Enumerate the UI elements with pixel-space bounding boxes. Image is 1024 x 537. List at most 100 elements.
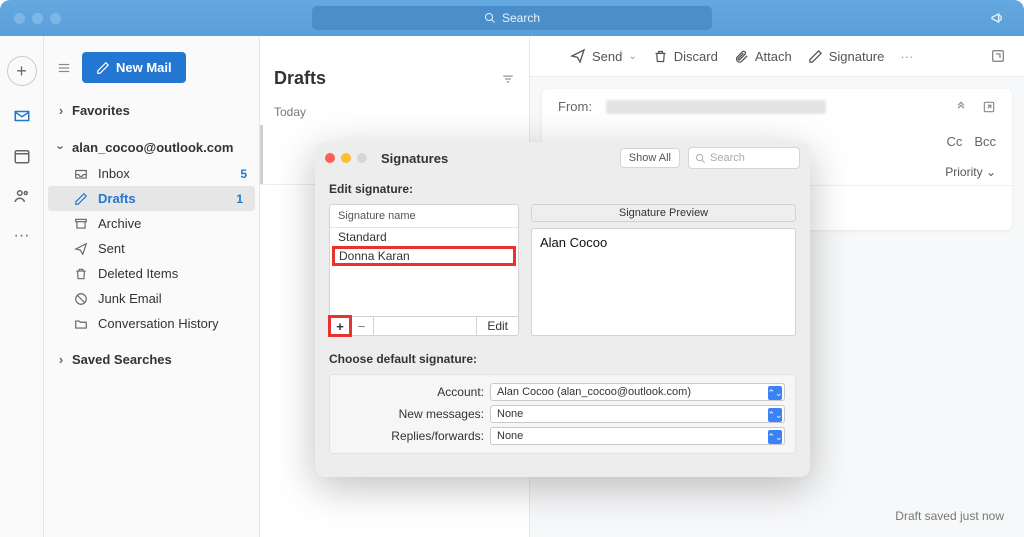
favorites-header[interactable]: › Favorites <box>44 97 259 124</box>
signatures-titlebar: Signatures Show All Search <box>315 142 810 174</box>
folder-deleted[interactable]: Deleted Items <box>44 261 259 286</box>
signature-name-input[interactable]: Donna Karan <box>332 246 516 266</box>
saved-searches-header[interactable]: › Saved Searches <box>44 346 259 373</box>
folder-label: Archive <box>98 216 141 231</box>
filter-icon[interactable] <box>501 72 515 86</box>
zoom-window[interactable] <box>50 13 61 24</box>
from-label: From: <box>558 99 606 114</box>
folder-label: Sent <box>98 241 125 256</box>
replies-forwards-select[interactable]: None ⌃⌄ <box>490 427 785 445</box>
trash-icon <box>74 267 90 281</box>
signature-label: Signature <box>829 49 885 64</box>
drafts-icon <box>74 192 90 206</box>
bcc-button[interactable]: Bcc <box>974 134 996 149</box>
add-signature-button[interactable]: + <box>328 315 352 337</box>
rail-new-button[interactable]: + <box>7 56 37 86</box>
rail-mail-icon[interactable] <box>12 106 32 126</box>
inbox-icon <box>74 167 90 181</box>
signature-button[interactable]: Signature <box>808 49 885 64</box>
popout-icon[interactable] <box>990 48 1006 64</box>
announcement-icon[interactable] <box>990 10 1006 26</box>
edit-signature-button[interactable]: Edit <box>476 317 518 335</box>
minimize-window[interactable] <box>32 13 43 24</box>
send-icon <box>570 48 586 64</box>
folder-sidebar: New Mail › Favorites › alan_cocoo@outloo… <box>44 36 260 537</box>
rail-more-icon[interactable]: ··· <box>12 226 32 246</box>
signature-list: Signature name Standard Donna Karan + − … <box>329 204 519 336</box>
priority-button[interactable]: Priority ⌄ <box>945 165 996 179</box>
modal-traffic-lights[interactable] <box>325 153 367 163</box>
replies-forwards-value: None <box>497 430 523 442</box>
modal-close[interactable] <box>325 153 335 163</box>
folder-label: Inbox <box>98 166 130 181</box>
folder-label: Deleted Items <box>98 266 178 281</box>
favorites-label: Favorites <box>72 103 130 118</box>
app-rail: + ··· <box>0 36 44 537</box>
global-search-placeholder: Search <box>502 11 540 25</box>
default-signature-panel: Account: Alan Cocoo (alan_cocoo@outlook.… <box>329 374 796 454</box>
signatures-search[interactable]: Search <box>688 147 800 169</box>
open-external-icon[interactable] <box>982 100 996 114</box>
close-window[interactable] <box>14 13 25 24</box>
folder-junk[interactable]: Junk Email <box>44 286 259 311</box>
account-select[interactable]: Alan Cocoo (alan_cocoo@outlook.com) ⌃⌄ <box>490 383 785 401</box>
new-messages-value: None <box>497 408 523 420</box>
discard-label: Discard <box>674 49 718 64</box>
attach-icon <box>734 49 749 64</box>
folder-badge: 5 <box>240 167 247 181</box>
signatures-modal: Signatures Show All Search Edit signatur… <box>315 142 810 477</box>
sent-icon <box>74 242 90 256</box>
folder-badge: 1 <box>236 192 243 206</box>
chevron-down-icon: › <box>54 143 69 153</box>
rail-calendar-icon[interactable] <box>12 146 32 166</box>
window-titlebar: Search <box>0 0 1024 36</box>
list-group-today: Today <box>260 99 529 125</box>
modal-zoom[interactable] <box>357 153 367 163</box>
rail-people-icon[interactable] <box>12 186 32 206</box>
collapse-icon[interactable] <box>954 100 968 114</box>
chevron-right-icon: › <box>56 352 66 367</box>
show-all-button[interactable]: Show All <box>620 148 680 168</box>
signature-preview: Alan Cocoo <box>531 228 796 336</box>
account-header[interactable]: › alan_cocoo@outlook.com <box>44 134 259 161</box>
send-button[interactable]: Send ⌄ <box>570 48 637 64</box>
folder-sent[interactable]: Sent <box>44 236 259 261</box>
folder-conversation-history[interactable]: Conversation History <box>44 311 259 336</box>
attach-label: Attach <box>755 49 792 64</box>
hamburger-icon[interactable] <box>56 61 72 75</box>
folder-icon <box>74 317 90 331</box>
replies-forwards-label: Replies/forwards: <box>340 429 490 443</box>
folder-inbox[interactable]: Inbox 5 <box>44 161 259 186</box>
folder-label: Junk Email <box>98 291 162 306</box>
draft-saved-status: Draft saved just now <box>895 509 1004 523</box>
signature-preview-header: Signature Preview <box>531 204 796 222</box>
folder-archive[interactable]: Archive <box>44 211 259 236</box>
saved-searches-label: Saved Searches <box>72 352 172 367</box>
chevron-right-icon: › <box>56 103 66 118</box>
global-search[interactable]: Search <box>312 6 712 30</box>
junk-icon <box>74 292 90 306</box>
chevron-updown-icon: ⌃⌄ <box>768 386 782 400</box>
discard-button[interactable]: Discard <box>653 49 718 64</box>
list-title: Drafts <box>274 68 326 89</box>
remove-signature-button[interactable]: − <box>350 317 374 335</box>
folder-drafts[interactable]: Drafts 1 <box>48 186 255 211</box>
cc-button[interactable]: Cc <box>946 134 962 149</box>
modal-minimize[interactable] <box>341 153 351 163</box>
new-mail-button[interactable]: New Mail <box>82 52 186 83</box>
compose-from-row: From: <box>542 89 1012 124</box>
compose-toolbar: Send ⌄ Discard Attach Signature ··· <box>530 36 1024 77</box>
send-label: Send <box>592 49 622 64</box>
attach-button[interactable]: Attach <box>734 49 792 64</box>
edit-signature-label: Edit signature: <box>329 182 796 196</box>
window-traffic-lights[interactable] <box>14 13 61 24</box>
default-signature-label: Choose default signature: <box>329 352 796 366</box>
from-value-blurred <box>606 100 826 114</box>
more-icon[interactable]: ··· <box>900 49 913 64</box>
signature-icon <box>808 49 823 64</box>
chevron-updown-icon: ⌃⌄ <box>768 430 782 444</box>
signature-row-standard[interactable]: Standard <box>330 228 518 246</box>
chevron-updown-icon: ⌃⌄ <box>768 408 782 422</box>
new-messages-select[interactable]: None ⌃⌄ <box>490 405 785 423</box>
signatures-title: Signatures <box>381 151 448 166</box>
